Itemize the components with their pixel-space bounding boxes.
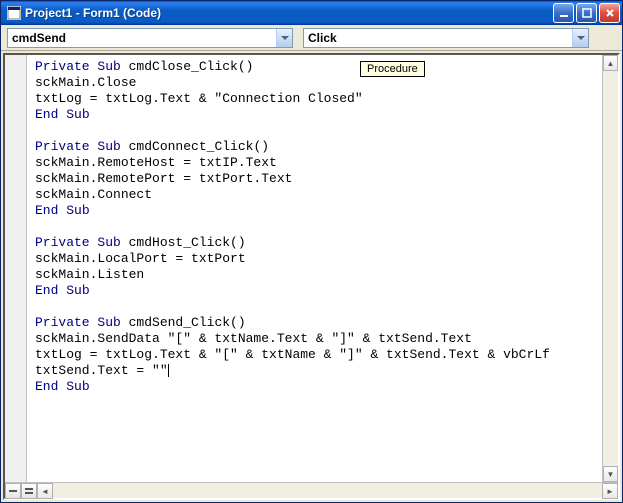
full-module-view-button[interactable] [21,483,37,499]
margin-indicator-bar[interactable] [5,55,27,482]
scroll-right-icon[interactable]: ► [602,483,618,499]
scroll-left-icon[interactable]: ◄ [37,483,53,499]
horizontal-scrollbar: ◄ ► [5,482,618,498]
code-area: Private Sub cmdClose_Click() sckMain.Clo… [5,55,618,482]
procedure-combo-value: Click [304,31,572,45]
procedure-combo[interactable]: Click [303,28,589,48]
code-toolbar: cmdSend Click [1,25,622,51]
minimize-button[interactable] [553,3,574,23]
object-combo-value: cmdSend [8,31,276,45]
scroll-up-icon[interactable]: ▲ [603,55,618,71]
code-editor[interactable]: Private Sub cmdClose_Click() sckMain.Clo… [27,55,602,482]
client-area: Private Sub cmdClose_Click() sckMain.Clo… [3,53,620,500]
scroll-track[interactable] [53,483,602,498]
scroll-down-icon[interactable]: ▼ [603,466,618,482]
titlebar[interactable]: Project1 - Form1 (Code) [1,1,622,25]
window-title: Project1 - Form1 (Code) [25,6,553,20]
scroll-track[interactable] [603,71,618,466]
procedure-tooltip: Procedure [360,61,425,77]
window-buttons [553,3,620,23]
object-combo[interactable]: cmdSend [7,28,293,48]
form-icon [7,6,21,20]
chevron-down-icon[interactable] [276,29,292,47]
chevron-down-icon[interactable] [572,29,588,47]
vertical-scrollbar[interactable]: ▲ ▼ [602,55,618,482]
code-window: Project1 - Form1 (Code) cmdSend Click Pr… [0,0,623,503]
procedure-view-button[interactable] [5,483,21,499]
maximize-button[interactable] [576,3,597,23]
close-button[interactable] [599,3,620,23]
